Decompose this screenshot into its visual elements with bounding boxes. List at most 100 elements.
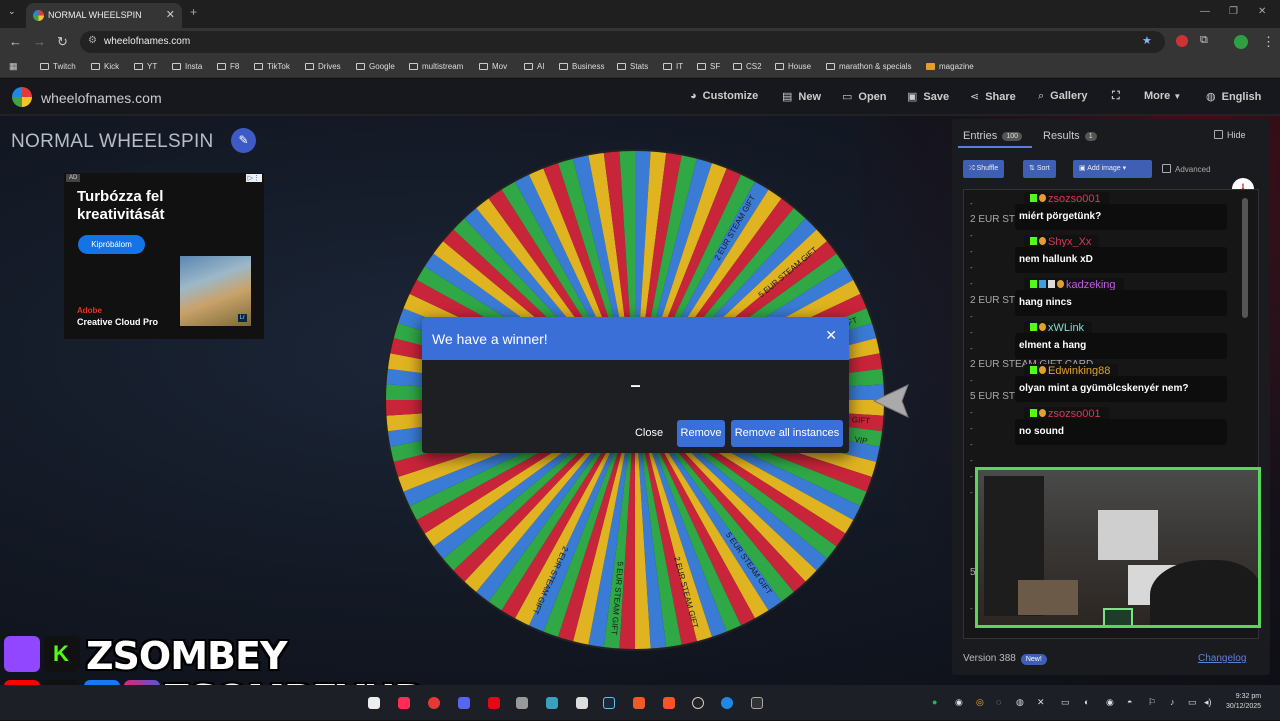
close-icon[interactable]: ✕ — [825, 327, 837, 344]
back-icon[interactable]: ← — [9, 34, 22, 49]
hide-checkbox[interactable]: Hide — [1214, 130, 1246, 140]
address-input[interactable]: ⚙ wheelofnames.com — [80, 31, 1165, 53]
steam-tray-icon[interactable]: ◌ — [996, 697, 1001, 707]
chrome-tray-icon[interactable]: ◎ — [976, 697, 984, 708]
menu-share[interactable]: ⋖ Share — [970, 90, 1016, 103]
bookmark-mov[interactable]: Mov — [479, 62, 507, 71]
bookmark-drives[interactable]: Drives — [305, 62, 341, 71]
network-icon[interactable]: ▭ — [1188, 697, 1197, 708]
advanced-checkbox[interactable]: Advanced — [1162, 164, 1211, 174]
bookmark-stats[interactable]: Stats — [617, 62, 648, 71]
netflix-icon[interactable] — [488, 697, 500, 709]
ad-info-icon[interactable]: ▷⋮ — [245, 174, 262, 182]
bookmark-house[interactable]: House — [775, 62, 811, 71]
bookmark-yt[interactable]: YT — [134, 62, 157, 71]
steam-icon[interactable] — [603, 697, 615, 709]
tab-results[interactable]: Results 1 — [1043, 130, 1097, 142]
ad-cta-button[interactable]: Kipróbálom — [78, 235, 145, 254]
tray-app-icon[interactable]: ⚐ — [1148, 697, 1156, 708]
system-clock[interactable]: 9:32 pm 30/12/2025 — [1226, 692, 1261, 712]
bookmark-sf[interactable]: SF — [697, 62, 720, 71]
close-button[interactable]: Close — [630, 420, 668, 447]
menu-customize[interactable]: ◕ Customize — [690, 90, 758, 102]
bookmark-twitch[interactable]: Twitch — [40, 62, 76, 71]
app-logo-text[interactable]: wheelofnames.com — [41, 90, 162, 106]
bookmark-magazine[interactable]: magazine — [926, 62, 974, 71]
menu-new[interactable]: ▤ New — [782, 90, 821, 103]
tray-app-icon[interactable]: ◉ — [1106, 697, 1114, 708]
tab-entries[interactable]: Entries 100 — [963, 130, 1022, 142]
volume-icon[interactable]: ◂) — [1204, 697, 1212, 708]
chat-message: nem hallunk xD — [1015, 247, 1227, 273]
bookmark-kick[interactable]: Kick — [91, 62, 119, 71]
shuffle-button[interactable]: ⤮ Shuffle — [963, 160, 1005, 178]
bookmark-it[interactable]: IT — [663, 62, 683, 71]
ad-tag: AD — [66, 174, 81, 182]
extension-badge-icon[interactable] — [1176, 35, 1188, 47]
bookmark-tiktok[interactable]: TikTok — [254, 62, 290, 71]
menu-open[interactable]: ▭ Open — [842, 90, 887, 103]
tray-app-icon[interactable]: ◐ — [1084, 697, 1089, 707]
profile-avatar[interactable] — [1234, 35, 1248, 49]
tray-app-icon[interactable]: ✕ — [1037, 697, 1045, 708]
entries-count-badge: 100 — [1002, 132, 1022, 141]
discord-tray-icon[interactable]: ◉ — [955, 697, 963, 708]
tray-app-icon[interactable]: ◓ — [1127, 697, 1132, 707]
bookmark-f8[interactable]: F8 — [217, 62, 239, 71]
edit-title-button[interactable]: ✎ — [231, 128, 256, 153]
maximize-icon[interactable]: ❐ — [1229, 6, 1238, 17]
tray-app-icon[interactable]: ◍ — [1016, 697, 1024, 708]
add-image-button[interactable]: ▣ Add image ▾ — [1073, 160, 1152, 178]
forward-icon[interactable]: → — [33, 34, 46, 49]
remove-all-button[interactable]: Remove all instances — [731, 420, 843, 447]
changelog-link[interactable]: Changelog — [1198, 653, 1246, 664]
scrollbar-thumb[interactable] — [1242, 198, 1248, 318]
remove-button[interactable]: Remove — [677, 420, 725, 447]
bookmark-business[interactable]: Business — [559, 62, 604, 71]
bookmark-cs2[interactable]: CS2 — [733, 62, 762, 71]
site-info-icon[interactable]: ⚙ — [88, 35, 97, 46]
menu-language[interactable]: ◍ English — [1206, 90, 1261, 103]
epic-games-icon[interactable] — [751, 697, 763, 709]
extensions-icon[interactable]: ⧉ — [1200, 34, 1208, 47]
taskbar-app-icon[interactable] — [398, 697, 410, 709]
new-tab-icon[interactable]: + — [190, 5, 197, 19]
sort-button[interactable]: ⇅ Sort — [1023, 160, 1056, 178]
taskbar-app-icon[interactable] — [546, 697, 558, 709]
chevron-down-icon: ▾ — [1120, 165, 1127, 172]
discord-icon[interactable] — [458, 697, 470, 709]
obs-icon[interactable] — [692, 697, 704, 709]
bookmark-star-icon[interactable]: ★ — [1142, 34, 1152, 47]
bookmark-ai[interactable]: AI — [524, 62, 545, 71]
spotify-icon[interactable]: ● — [932, 697, 937, 707]
taskbar-app-icon[interactable] — [721, 697, 733, 709]
reload-icon[interactable]: ↻ — [57, 34, 68, 50]
bookmark-marathon[interactable]: marathon & specials — [826, 62, 911, 71]
fullscreen-button[interactable]: ⛶ — [1112, 90, 1120, 103]
taskbar-app-icon[interactable] — [368, 697, 380, 709]
apps-grid-icon[interactable]: ▦ — [9, 61, 18, 72]
chrome-menu-icon[interactable]: ⋮ — [1262, 34, 1275, 50]
window-close-icon[interactable]: ✕ — [1258, 6, 1266, 17]
tab-search-icon[interactable]: ⌄ — [8, 6, 16, 17]
bookmark-insta[interactable]: Insta — [172, 62, 202, 71]
taskbar-app-icon[interactable] — [576, 697, 588, 709]
tray-app-icon[interactable]: ▭ — [1061, 697, 1070, 708]
microphone-icon[interactable]: ♪ — [1170, 697, 1175, 707]
taskbar-app-icon[interactable] — [516, 697, 528, 709]
taskbar-app-icon[interactable] — [633, 697, 645, 709]
tab-close-icon[interactable]: ✕ — [166, 8, 175, 21]
new-badge: New! — [1020, 654, 1047, 665]
browser-tab[interactable]: NORMAL WHEELSPIN ✕ — [26, 3, 182, 28]
brave-icon[interactable] — [663, 697, 675, 709]
taskbar-app-icon[interactable] — [428, 697, 440, 709]
ad-banner[interactable]: AD ▷⋮ Turbózza fel kreativitását Kipróbá… — [64, 173, 264, 339]
sub-badge-icon — [1039, 409, 1046, 417]
wheel-logo-icon[interactable] — [12, 87, 32, 107]
bookmark-google[interactable]: Google — [356, 62, 395, 71]
menu-gallery[interactable]: ⌕ Gallery — [1038, 90, 1087, 103]
bookmark-multistream[interactable]: multistream — [409, 62, 463, 71]
menu-more[interactable]: More ▼ — [1144, 90, 1181, 102]
minimize-icon[interactable]: — — [1200, 6, 1210, 17]
menu-save[interactable]: ▣ Save — [907, 90, 949, 103]
